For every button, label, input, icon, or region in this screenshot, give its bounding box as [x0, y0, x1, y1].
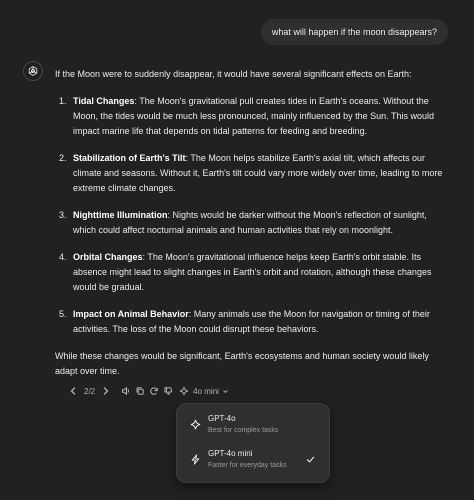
- speaker-icon[interactable]: [119, 384, 133, 398]
- list-item: 2. Stabilization of Earth's Tilt: The Moo…: [55, 151, 451, 196]
- model-selector-menu: GPT-4o Best for complex tasks GPT-4o min…: [176, 403, 330, 483]
- list-item: 3. Nighttime Illumination: Nights would b…: [55, 208, 451, 238]
- model-label: 4o mini: [193, 386, 219, 396]
- response-pager: 2/2: [84, 386, 96, 396]
- list-item: 5. Impact on Animal Behavior: Many animal…: [55, 307, 451, 337]
- user-message-bubble: what will happen if the moon disappears?: [260, 19, 448, 45]
- sparkle-icon: [177, 384, 191, 398]
- chevron-down-icon: [221, 384, 230, 398]
- list-number: 4.: [59, 252, 67, 262]
- message-actions-toolbar: 2/2 4o mini: [66, 384, 230, 398]
- item-title: Tidal Changes: [73, 96, 135, 106]
- response-intro: If the Moon were to suddenly disappear, …: [55, 69, 412, 79]
- option-title: GPT-4o: [208, 414, 236, 423]
- list-number: 3.: [59, 210, 67, 220]
- checkmark-icon: [306, 456, 315, 463]
- chevron-left-icon[interactable]: [66, 384, 80, 398]
- item-title: Impact on Animal Behavior: [73, 309, 189, 319]
- sparkle-icon: [190, 419, 201, 430]
- option-subtitle: Best for complex tasks: [208, 427, 279, 434]
- model-option-gpt-4o[interactable]: GPT-4o Best for complex tasks: [182, 409, 324, 442]
- item-title: Nighttime Illumination: [73, 210, 168, 220]
- list-number: 1.: [59, 96, 67, 106]
- item-title: Stabilization of Earth's Tilt: [73, 153, 186, 163]
- lightning-icon: [191, 454, 200, 465]
- assistant-response: If the Moon were to suddenly disappear, …: [55, 67, 451, 379]
- model-option-gpt-4o-mini[interactable]: GPT-4o mini Faster for everyday tasks: [182, 444, 324, 477]
- item-title: Orbital Changes: [73, 252, 143, 262]
- model-switch-button[interactable]: 4o mini: [177, 384, 230, 398]
- chat-window: what will happen if the moon disappears?…: [0, 0, 474, 500]
- list-number: 5.: [59, 309, 67, 319]
- response-outro: While these changes would be significant…: [55, 351, 429, 376]
- list-number: 2.: [59, 153, 67, 163]
- list-item: 1. Tidal Changes: The Moon's gravitationa…: [55, 94, 451, 139]
- effects-list: 1. Tidal Changes: The Moon's gravitationa…: [55, 94, 451, 337]
- openai-logo-icon: [23, 61, 43, 81]
- copy-icon[interactable]: [133, 384, 147, 398]
- list-item: 4. Orbital Changes: The Moon's gravitatio…: [55, 250, 451, 295]
- regenerate-icon[interactable]: [147, 384, 161, 398]
- chevron-right-icon[interactable]: [99, 384, 113, 398]
- thumbs-down-icon[interactable]: [161, 384, 175, 398]
